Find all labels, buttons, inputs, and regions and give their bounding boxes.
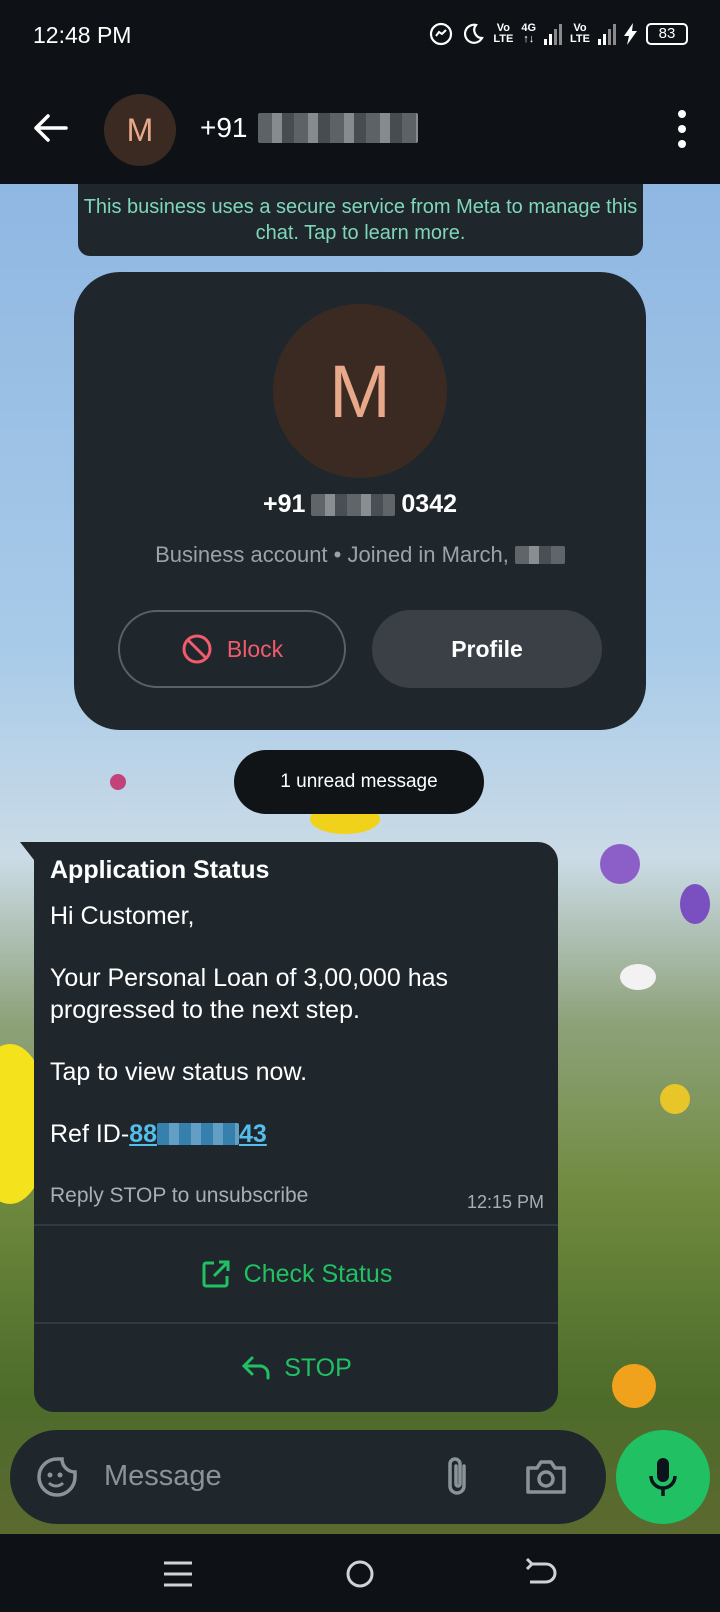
block-label: Block <box>226 635 284 662</box>
reference-id: Ref ID- 88 43 <box>50 1118 530 1150</box>
signal-icon-2 <box>598 24 616 45</box>
ref-start: 88 <box>129 1120 157 1148</box>
account-meta-text: Business account • Joined in March, <box>155 542 509 567</box>
status-bar: 12:48 PM Vo LTE 4G ↑↓ Vo LTE 83 <box>0 0 720 74</box>
profile-button[interactable]: Profile <box>372 610 602 688</box>
redacted-phone-middle <box>311 493 396 516</box>
volte-indicator-1: Vo LTE <box>493 22 514 45</box>
message-body: Hi Customer, Your Personal Loan of 3,00,… <box>50 900 530 1150</box>
sticker-icon[interactable] <box>36 1456 78 1498</box>
ref-prefix: Ref ID- <box>50 1120 130 1148</box>
block-button[interactable]: Block <box>118 610 346 688</box>
business-avatar: M <box>273 304 447 478</box>
message-input[interactable]: Message <box>104 1460 222 1493</box>
check-status-button[interactable]: Check Status <box>34 1226 558 1322</box>
reply-arrow-icon <box>242 1356 270 1380</box>
contact-title[interactable]: +91 <box>200 112 418 144</box>
meta-secure-service-banner[interactable]: This business uses a secure service from… <box>78 184 643 256</box>
business-profile-card: M +91 0342 Business account • Joined in … <box>74 272 646 730</box>
redacted-year <box>514 546 565 564</box>
status-time: 12:48 PM <box>33 22 132 48</box>
attachment-icon[interactable] <box>440 1454 476 1500</box>
message-timestamp: 12:15 PM <box>466 1192 544 1212</box>
voice-message-button[interactable] <box>616 1430 710 1524</box>
more-options-icon[interactable] <box>674 108 690 150</box>
recents-menu-icon[interactable] <box>156 1552 200 1596</box>
charging-bolt-icon <box>624 23 637 45</box>
message-title: Application Status <box>50 856 270 884</box>
home-circle-icon[interactable] <box>338 1552 382 1596</box>
contact-avatar[interactable]: M <box>104 94 176 166</box>
unsubscribe-note: Reply STOP to unsubscribe <box>50 1184 309 1207</box>
message-bubble: Application Status Hi Customer, Your Per… <box>20 842 558 1412</box>
status-icons: Vo LTE 4G ↑↓ Vo LTE 83 <box>429 22 688 46</box>
block-icon <box>182 634 212 664</box>
message-composer: Message <box>10 1430 606 1524</box>
reference-id-link[interactable]: 88 43 <box>129 1118 267 1150</box>
ref-end: 43 <box>239 1120 267 1148</box>
chat-header: M +91 <box>0 74 720 184</box>
stop-button[interactable]: STOP <box>34 1324 558 1412</box>
message-loan-text: Your Personal Loan of 3,00,000 has progr… <box>50 964 448 1024</box>
stop-label: STOP <box>284 1353 352 1382</box>
messenger-icon <box>430 22 453 46</box>
4g-indicator: 4G ↑↓ <box>521 22 537 45</box>
battery-indicator: 83 <box>646 23 688 45</box>
business-phone: +91 0342 <box>74 490 646 519</box>
account-meta: Business account • Joined in March, <box>74 542 646 568</box>
system-nav-bar <box>0 1534 720 1612</box>
phone-suffix: 0342 <box>401 490 458 518</box>
signal-icon-1 <box>544 24 563 45</box>
back-nav-icon[interactable] <box>518 1552 562 1596</box>
external-link-icon <box>202 1260 230 1288</box>
back-arrow-icon[interactable] <box>30 108 70 148</box>
message-greeting: Hi Customer, <box>50 902 195 930</box>
camera-icon[interactable] <box>524 1456 568 1496</box>
contact-title-prefix: +91 <box>200 112 248 143</box>
do-not-disturb-moon-icon <box>464 23 485 44</box>
check-status-label: Check Status <box>243 1259 393 1288</box>
message-cta-text: Tap to view status now. <box>50 1058 308 1086</box>
redacted-number <box>257 113 418 143</box>
redacted-ref <box>157 1123 239 1145</box>
phone-prefix: +91 <box>262 490 306 518</box>
unread-messages-badge: 1 unread message <box>234 750 484 814</box>
volte-indicator-2: Vo LTE <box>570 22 590 45</box>
microphone-icon <box>649 1458 677 1496</box>
